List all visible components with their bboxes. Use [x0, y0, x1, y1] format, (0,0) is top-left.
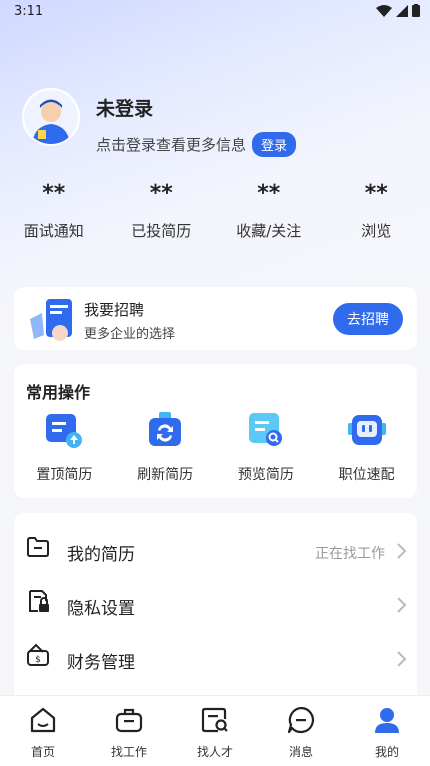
op-label: 职位速配: [338, 467, 395, 483]
stat-interview-notices[interactable]: ** 面试通知: [0, 178, 108, 248]
menu-item-privacy[interactable]: 隐私设置: [14, 573, 417, 627]
battery-icon: [412, 4, 420, 17]
tab-label: 消息: [288, 745, 313, 759]
job-match-icon: [347, 415, 386, 445]
tab-label: 找工作: [110, 745, 147, 759]
bottom-tab-bar: 首页 找工作 找人才 消息 我的: [0, 695, 430, 766]
tab-label: 找人才: [196, 745, 233, 759]
tab-messages[interactable]: 消息: [258, 696, 344, 766]
stat-views[interactable]: ** 浏览: [323, 178, 430, 248]
signal-icon: [396, 4, 408, 17]
menu-list: 我的简历 正在找工作 隐私设置 $ 财务管理: [14, 513, 417, 708]
status-bar: 3:11: [0, 0, 430, 24]
menu-item-my-resume[interactable]: 我的简历 正在找工作: [14, 519, 417, 573]
chevron-right-icon: [397, 651, 407, 667]
recruit-subtitle: 更多企业的选择: [84, 327, 176, 342]
chevron-right-icon: [397, 597, 407, 613]
talent-search-icon: [201, 707, 228, 733]
stat-submitted-resumes[interactable]: ** 已投简历: [108, 178, 216, 248]
op-job-match[interactable]: 职位速配: [316, 410, 417, 484]
pin-resume-icon: [46, 414, 83, 448]
status-time: 3:11: [14, 4, 44, 19]
tab-find-talent[interactable]: 找人才: [172, 696, 258, 766]
recruit-banner[interactable]: 我要招聘 更多企业的选择 去招聘: [14, 287, 417, 350]
stat-label: 已投简历: [131, 222, 192, 240]
chevron-right-icon: [397, 543, 407, 559]
stat-value: **: [149, 181, 173, 206]
briefcase-icon: [115, 708, 143, 733]
op-label: 刷新简历: [137, 467, 194, 483]
username: 未登录: [96, 98, 154, 120]
stat-value: **: [42, 181, 66, 206]
op-label: 预览简历: [237, 467, 294, 483]
recruit-title: 我要招聘: [84, 301, 145, 319]
tab-find-job[interactable]: 找工作: [86, 696, 172, 766]
login-button[interactable]: 登录: [252, 132, 297, 157]
stat-label: 收藏/关注: [236, 222, 302, 240]
home-icon: [30, 707, 56, 733]
preview-resume-icon: [248, 413, 282, 446]
common-operations-card: 常用操作 置顶简历 刷新简历 预览简历 职位速配: [14, 364, 417, 498]
op-label: 置顶简历: [36, 467, 93, 483]
stats-row: ** 面试通知 ** 已投简历 ** 收藏/关注 ** 浏览: [0, 178, 430, 248]
message-icon: [287, 706, 315, 734]
menu-label: 财务管理: [67, 653, 135, 673]
stat-value: **: [364, 181, 388, 206]
tab-home[interactable]: 首页: [0, 696, 86, 766]
wallet-icon: $: [27, 643, 49, 666]
menu-item-finance[interactable]: $ 财务管理: [14, 627, 417, 681]
op-preview-resume[interactable]: 预览简历: [216, 410, 317, 484]
svg-text:$: $: [35, 655, 41, 665]
login-prompt: 点击登录查看更多信息 登录: [96, 132, 297, 157]
privacy-lock-icon: [29, 590, 49, 612]
go-recruit-button[interactable]: 去招聘: [333, 303, 403, 335]
login-prompt-text: 点击登录查看更多信息: [96, 136, 247, 154]
status-icons: [376, 4, 420, 17]
avatar[interactable]: [22, 88, 80, 146]
stat-label: 面试通知: [23, 222, 84, 240]
refresh-resume-icon: [149, 412, 182, 446]
menu-label: 我的简历: [67, 545, 135, 565]
stat-value: **: [257, 181, 281, 206]
operations-grid: 置顶简历 刷新简历 预览简历 职位速配: [14, 410, 417, 484]
profile-icon: [375, 708, 399, 733]
op-refresh-resume[interactable]: 刷新简历: [115, 410, 216, 484]
common-operations-title: 常用操作: [26, 383, 91, 402]
stat-label: 浏览: [361, 222, 392, 240]
tab-mine[interactable]: 我的: [344, 696, 430, 766]
recruit-illustration-icon: [30, 299, 72, 341]
avatar-illustration: [24, 90, 78, 144]
tab-label: 首页: [30, 745, 55, 759]
stat-favorites[interactable]: ** 收藏/关注: [215, 178, 323, 248]
tab-label: 我的: [374, 745, 399, 759]
wifi-icon: [376, 4, 392, 17]
profile-section[interactable]: 未登录 点击登录查看更多信息 登录: [22, 88, 412, 158]
menu-label: 隐私设置: [67, 599, 135, 619]
menu-value: 正在找工作: [315, 546, 385, 562]
folder-icon: [27, 537, 49, 557]
op-pin-resume[interactable]: 置顶简历: [14, 410, 115, 484]
